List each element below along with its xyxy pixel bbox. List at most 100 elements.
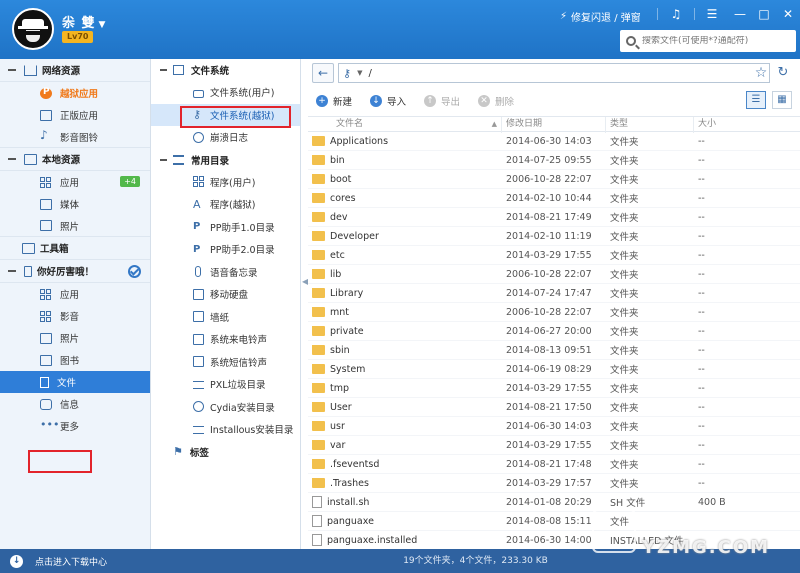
search-box[interactable] [620, 30, 796, 52]
book-icon [40, 354, 52, 366]
grid-icon [193, 176, 204, 188]
sidebar-item-media-ringtones[interactable]: 影音图铃 [0, 126, 150, 148]
cell-type: 文件夹 [610, 137, 639, 148]
table-row[interactable]: User 2014-08-21 17:50 文件夹 -- [308, 398, 800, 417]
maximize-icon[interactable]: □ [754, 6, 774, 22]
tree-group-filesystem[interactable]: 文件系统 [151, 59, 300, 81]
table-row[interactable]: Developer 2014-02-10 11:19 文件夹 -- [308, 227, 800, 246]
menu-icon[interactable]: ☰ [702, 6, 722, 22]
table-row[interactable]: lib 2006-10-28 22:07 文件夹 -- [308, 265, 800, 284]
sidebar-item-jailbreak-apps[interactable]: 越狱应用 [0, 82, 150, 104]
file-name: Library [330, 287, 364, 299]
sidebar-item-genuine-apps[interactable]: 正版应用 [0, 104, 150, 126]
tree-item-programs-jailbreak[interactable]: A 程序(越狱) [151, 193, 300, 216]
tree-item-crash-log[interactable]: 崩溃日志 [151, 126, 300, 149]
sidebar-item-device-more[interactable]: ••• 更多 [0, 415, 150, 437]
table-row[interactable]: System 2014-06-19 08:29 文件夹 -- [308, 360, 800, 379]
sidebar-item-local-apps[interactable]: 应用 +4 [0, 171, 150, 193]
table-row[interactable]: sbin 2014-08-13 09:51 文件夹 -- [308, 341, 800, 360]
file-name: panguaxe.installed [327, 534, 418, 546]
sidebar-item-device-books[interactable]: 图书 [0, 349, 150, 371]
grid-view-icon[interactable]: ▦ [772, 91, 792, 109]
column-header-name[interactable]: 文件名 ▲ [308, 117, 502, 133]
cell-size: -- [698, 287, 705, 299]
file-icon [312, 534, 322, 546]
file-icon [312, 515, 322, 527]
column-header-size[interactable]: 大小 [694, 117, 800, 133]
group-network-resources[interactable]: 网络资源 [0, 59, 150, 82]
tree-item-fs-user[interactable]: 文件系统(用户) [151, 81, 300, 104]
path-field[interactable]: ⚷ ▼ / ☆ [338, 63, 770, 83]
tree-item-programs-user[interactable]: 程序(用户) [151, 171, 300, 194]
collapse-icon [8, 270, 16, 272]
table-row[interactable]: bin 2014-07-25 09:55 文件夹 -- [308, 151, 800, 170]
tree-item-pxl-trash[interactable]: PXL垃圾目录 [151, 373, 300, 396]
table-row[interactable]: mnt 2006-10-28 22:07 文件夹 -- [308, 303, 800, 322]
table-row[interactable]: .Trashes 2014-03-29 17:57 文件夹 -- [308, 474, 800, 493]
tree-item-wallpaper[interactable]: 墙纸 [151, 306, 300, 329]
tree-item-pp1-dir[interactable]: P PP助手1.0目录 [151, 216, 300, 239]
music-icon[interactable]: ♫ [666, 6, 686, 22]
import-button[interactable]: ↓ 导入 [370, 94, 406, 108]
close-icon[interactable]: ✕ [778, 6, 798, 22]
cell-type: INSTALLED 文件 [610, 536, 684, 547]
sort-arrow-icon: ▲ [491, 120, 497, 128]
tree-item-installous-dir[interactable]: Installous安装目录 [151, 418, 300, 441]
new-button[interactable]: + 新建 [316, 94, 352, 108]
tree-item-fs-jailbreak[interactable]: ⚷ 文件系统(越狱) [151, 103, 300, 126]
tree-group-tags[interactable]: ⚑ 标签 [151, 441, 300, 463]
table-row[interactable]: usr 2014-06-30 14:03 文件夹 -- [308, 417, 800, 436]
repair-crash-button[interactable]: ⚡ 修复闪退 / 弹窗 [560, 9, 641, 24]
tree-item-cydia-dir[interactable]: Cydia安装目录 [151, 396, 300, 419]
cell-size: -- [698, 154, 705, 166]
pp-icon: P [193, 243, 201, 255]
tree-item-pp2-dir[interactable]: P PP助手2.0目录 [151, 238, 300, 261]
tree-group-common-dirs[interactable]: 常用目录 [151, 149, 300, 171]
sidebar-item-device-files[interactable]: 文件 [0, 371, 150, 393]
sidebar-item-device-media[interactable]: 影音 [0, 305, 150, 327]
back-button[interactable]: ← [312, 63, 334, 83]
table-row[interactable]: install.sh 2014-01-08 20:29 SH 文件 400 B [308, 493, 800, 512]
file-name: lib [330, 268, 342, 280]
file-name: dev [330, 211, 348, 223]
sidebar-item-local-photos[interactable]: 照片 [0, 215, 150, 237]
column-header-date[interactable]: 修改日期 [502, 117, 606, 133]
sidebar-item-device-photos[interactable]: 照片 [0, 327, 150, 349]
search-input[interactable] [642, 36, 792, 46]
export-button[interactable]: ↑ 导出 [424, 94, 460, 108]
tree-item-call-ringtones[interactable]: 系统来电铃声 [151, 328, 300, 351]
sidebar-item-local-media[interactable]: 媒体 [0, 193, 150, 215]
favorite-star-icon[interactable]: ☆ [753, 65, 769, 81]
table-row[interactable]: tmp 2014-03-29 17:55 文件夹 -- [308, 379, 800, 398]
table-row[interactable]: etc 2014-03-29 17:55 文件夹 -- [308, 246, 800, 265]
table-row[interactable]: panguaxe 2014-08-08 15:11 文件 [308, 512, 800, 531]
table-row[interactable]: .fseventsd 2014-08-21 17:48 文件夹 -- [308, 455, 800, 474]
table-row[interactable]: boot 2006-10-28 22:07 文件夹 -- [308, 170, 800, 189]
table-row[interactable]: cores 2014-02-10 10:44 文件夹 -- [308, 189, 800, 208]
cell-date: 2014-03-29 17:55 [506, 249, 592, 261]
sidebar-item-toolbox[interactable]: 工具箱 [0, 237, 150, 260]
tree-item-voice-memos[interactable]: 语音备忘录 [151, 261, 300, 284]
group-device[interactable]: 你好厉害哦！ [0, 260, 150, 283]
group-local-resources[interactable]: 本地资源 [0, 148, 150, 171]
download-center-button[interactable]: ↓ 点击进入下载中心 [0, 549, 151, 573]
table-row[interactable]: panguaxe.installed 2014-06-30 14:00 INSTAL… [308, 531, 800, 550]
table-row[interactable]: private 2014-06-27 20:00 文件夹 -- [308, 322, 800, 341]
user-avatar[interactable] [12, 8, 54, 50]
table-row[interactable]: Library 2014-07-24 17:47 文件夹 -- [308, 284, 800, 303]
table-row[interactable]: dev 2014-08-21 17:49 文件夹 -- [308, 208, 800, 227]
sidebar-item-device-messages[interactable]: 信息 [0, 393, 150, 415]
table-row[interactable]: var 2014-03-29 17:55 文件夹 -- [308, 436, 800, 455]
list-view-icon[interactable]: ☰ [746, 91, 766, 109]
username-menu[interactable]: 尜 雙 ▼ [62, 12, 106, 31]
minimize-icon[interactable]: — [730, 6, 750, 22]
sidebar-item-device-apps[interactable]: 应用 [0, 283, 150, 305]
cell-size: -- [698, 173, 705, 185]
table-row[interactable]: Applications 2014-06-30 14:03 文件夹 -- [308, 132, 800, 151]
column-header-type[interactable]: 类型 [606, 117, 694, 133]
tree-item-sms-ringtones[interactable]: 系统短信铃声 [151, 351, 300, 374]
tree-item-mobile-disk[interactable]: 移动硬盘 [151, 283, 300, 306]
refresh-button[interactable]: ↻ [774, 63, 792, 83]
delete-button[interactable]: ✕ 删除 [478, 94, 514, 108]
chevron-down-icon[interactable]: ▼ [357, 69, 362, 77]
